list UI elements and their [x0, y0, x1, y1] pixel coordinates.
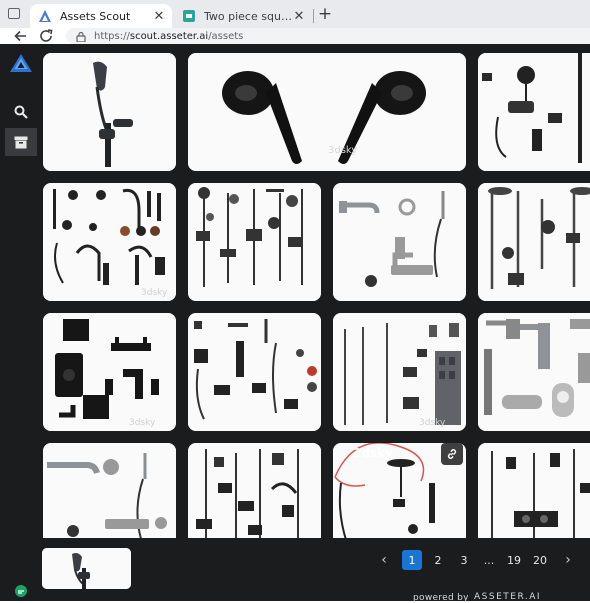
link-icon: [447, 449, 457, 459]
query-image-thumbnail[interactable]: [42, 548, 131, 589]
asset-thumbnail-image: 3dsky: [188, 53, 466, 171]
back-arrow-icon[interactable]: [12, 28, 30, 44]
asset-card[interactable]: [478, 443, 590, 553]
tab-title: Assets Scout: [60, 9, 131, 23]
query-image: [42, 548, 131, 589]
url-text: https://scout.asseter.ai/assets: [94, 31, 243, 42]
asset-thumbnail-image: [188, 313, 321, 431]
asset-thumbnail-image: [188, 443, 321, 553]
close-tab-icon[interactable]: ✕: [292, 9, 306, 24]
asset-card[interactable]: [478, 53, 590, 171]
asset-card[interactable]: 3dsky: [43, 183, 176, 301]
pagination-prev[interactable]: ‹: [374, 550, 394, 570]
asset-card[interactable]: [188, 313, 321, 431]
svg-text:3dsky: 3dsky: [141, 288, 168, 298]
svg-text:3dsky: 3dsky: [328, 145, 357, 156]
copy-link-button[interactable]: [441, 443, 463, 465]
asset-card[interactable]: [43, 443, 176, 553]
asset-hover-overlay: 3dsky: [333, 443, 465, 465]
pagination-page[interactable]: 1: [402, 550, 422, 570]
asset-card[interactable]: 3dsky: [188, 53, 466, 171]
asset-card[interactable]: [43, 53, 176, 171]
asset-thumbnail-image: [478, 53, 590, 171]
asseter-logo[interactable]: [10, 54, 32, 72]
asset-card[interactable]: [478, 183, 590, 301]
archive-icon: [14, 136, 28, 148]
asseter-favicon: [39, 10, 51, 22]
lock-icon[interactable]: [76, 31, 86, 42]
url-host: scout.asseter.ai: [129, 30, 209, 42]
asset-thumbnail-image: [478, 443, 590, 553]
tab-toilet-product[interactable]: Two piece square shape EWC toilet ✕: [174, 4, 312, 28]
asset-thumbnail-image: [478, 183, 590, 301]
tab-separator: [313, 9, 314, 23]
tab-actions-icon[interactable]: [6, 7, 24, 21]
asset-thumbnail-image: [333, 183, 466, 301]
search-icon: [14, 105, 28, 119]
svg-text:3dsky: 3dsky: [419, 418, 446, 428]
new-tab-icon[interactable]: +: [316, 5, 334, 23]
sidebar-search-button[interactable]: [5, 98, 37, 126]
pagination-ellipsis: ...: [483, 553, 495, 567]
close-tab-icon[interactable]: ✕: [152, 9, 166, 24]
asset-card[interactable]: 3dsky: [333, 313, 466, 431]
address-bar[interactable]: https://scout.asseter.ai/assets: [66, 28, 590, 44]
site-favicon: [183, 10, 195, 22]
pagination-next[interactable]: ›: [558, 550, 578, 570]
url-scheme: https://: [94, 30, 130, 42]
browser-toolbar: https://scout.asseter.ai/assets: [0, 28, 590, 44]
tab-assets-scout[interactable]: Assets Scout ✕: [30, 4, 172, 28]
asset-thumbnail-image: 3dsky: [43, 313, 176, 431]
svg-text:3dsky: 3dsky: [129, 418, 156, 428]
sidebar-assets-button[interactable]: [5, 128, 37, 156]
pagination-page[interactable]: 20: [530, 550, 550, 570]
pagination-page[interactable]: 19: [504, 550, 524, 570]
powered-by-label: powered by: [413, 593, 469, 603]
chat-support-icon[interactable]: [14, 584, 28, 598]
asset-thumbnail-image: [43, 53, 176, 171]
asset-thumbnail-image: [43, 443, 176, 553]
source-watermark: 3dsky: [353, 446, 393, 460]
tab-title: Two piece square shape EWC toilet: [204, 9, 292, 23]
url-path: /assets: [208, 30, 244, 42]
reload-icon[interactable]: [38, 28, 56, 44]
asset-card[interactable]: [333, 183, 466, 301]
browser-tabstrip: Assets Scout ✕ Two piece square shape EW…: [0, 0, 590, 28]
pagination-page[interactable]: 2: [428, 550, 448, 570]
pagination-page[interactable]: 3: [454, 550, 474, 570]
asset-card[interactable]: [478, 313, 590, 431]
asset-card[interactable]: [188, 443, 321, 553]
asset-thumbnail-image: [188, 183, 321, 301]
asset-thumbnail-image: 3dsky: [43, 183, 176, 301]
asset-thumbnail-image: 3dsky: [333, 313, 466, 431]
asset-card[interactable]: [188, 183, 321, 301]
asset-thumbnail-image: [478, 313, 590, 431]
asset-card[interactable]: 3dsky: [43, 313, 176, 431]
